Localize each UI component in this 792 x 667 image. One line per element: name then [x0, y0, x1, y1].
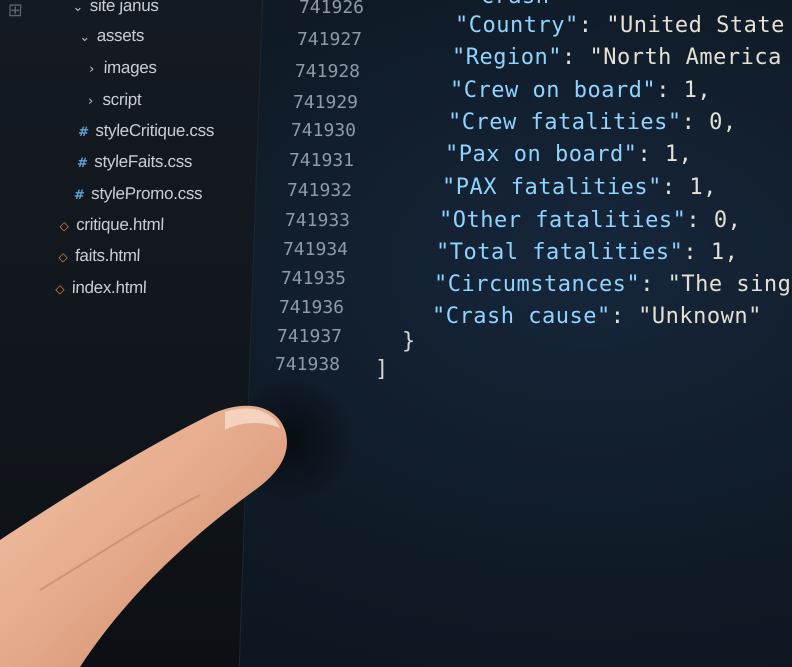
css-file-icon: # — [76, 156, 88, 171]
json-value: : "The sing — [640, 272, 792, 297]
line-number: 741936 — [278, 297, 344, 318]
code-line: } — [402, 329, 416, 354]
css-file-icon: # — [77, 125, 89, 140]
css-file-icon: # — [73, 188, 85, 203]
line-number: 741928 — [294, 61, 360, 82]
json-key: "Crew on board" — [450, 78, 657, 103]
code-line: "Pax on board": 1, — [445, 142, 692, 167]
line-number: 741937 — [276, 326, 342, 347]
tree-label: images — [103, 58, 157, 77]
tree-label: script — [102, 90, 142, 109]
closing-bracket: ] — [375, 357, 389, 382]
screen-photo: ⊞ ⌄ site janus ⌄ assets › images › script # s… — [0, 0, 792, 667]
json-value: : 1, — [637, 142, 693, 167]
html-file-icon: ◇ — [58, 250, 68, 264]
code-line: ] — [375, 357, 389, 382]
code-line: "Crash — [467, 0, 549, 9]
tree-file-index[interactable]: ◇ index.html — [52, 278, 147, 298]
json-key: "Other fatalities" — [439, 208, 687, 233]
json-value: : 1, — [656, 78, 712, 103]
tree-folder-images[interactable]: › images — [83, 58, 157, 78]
html-file-icon: ◇ — [55, 282, 65, 296]
code-line: "PAX fatalities": 1, — [442, 175, 717, 200]
line-number: 741926 — [298, 0, 364, 18]
code-line: "Country": "United State — [455, 13, 785, 38]
json-value: : "Unknown" — [610, 304, 762, 329]
tree-file-faits[interactable]: ◇ faits.html — [55, 246, 141, 266]
code-line: "Crew on board": 1, — [450, 78, 711, 103]
line-number: 741938 — [274, 354, 340, 375]
tree-label: styleCritique.css — [95, 121, 215, 140]
explorer-sidebar: ⊞ ⌄ site janus ⌄ assets › images › script # s… — [0, 0, 263, 667]
json-value: : 1, — [661, 175, 717, 200]
html-file-icon: ◇ — [59, 219, 69, 233]
line-number: 741929 — [292, 92, 358, 113]
tree-label: styleFaits.css — [94, 152, 193, 171]
line-number: 741934 — [282, 239, 348, 260]
tree-file-stylepromo[interactable]: # stylePromo.css — [71, 184, 203, 204]
json-key: "Crash cause" — [432, 304, 611, 329]
json-key: "Country" — [455, 13, 579, 38]
code-line: "Circumstances": "The sing — [434, 272, 791, 297]
chevron-right-icon: › — [87, 94, 94, 109]
tree-folder-assets[interactable]: ⌄ assets — [76, 26, 144, 46]
json-value: : 0, — [686, 208, 742, 233]
tree-folder-script[interactable]: › script — [82, 90, 142, 110]
tree-label: stylePromo.css — [90, 184, 203, 203]
tree-label: assets — [96, 26, 145, 45]
line-number: 741935 — [280, 268, 346, 289]
json-value: : "United State — [578, 13, 785, 38]
json-key: "Crew fatalities" — [448, 110, 682, 135]
code-line: "Crash cause": "Unknown" — [432, 304, 762, 329]
code-editor[interactable]: 741926 741927 741928 741929 741930 74193… — [262, 0, 792, 667]
closing-brace: } — [402, 329, 416, 354]
tree-folder-site-janus[interactable]: ⌄ site janus — [69, 0, 159, 16]
line-number: 741927 — [296, 29, 362, 50]
tree-file-critique[interactable]: ◇ critique.html — [56, 215, 164, 235]
tree-label: index.html — [71, 278, 147, 297]
explorer-layout-icon[interactable]: ⊞ — [7, 0, 30, 22]
line-number: 741933 — [284, 210, 350, 231]
code-line: "Region": "North America — [452, 45, 782, 70]
code-line: "Total fatalities": 1, — [436, 240, 738, 265]
code-line: "Other fatalities": 0, — [439, 208, 741, 233]
tree-file-stylecritique[interactable]: # styleCritique.css — [75, 121, 215, 141]
chevron-down-icon: ⌄ — [72, 0, 84, 15]
json-key: "Crash — [467, 0, 549, 9]
line-number: 741930 — [290, 120, 356, 141]
json-value: : 0, — [681, 110, 737, 135]
tree-file-stylefaits[interactable]: # styleFaits.css — [74, 152, 193, 172]
tree-label: critique.html — [75, 215, 165, 234]
json-key: "Total fatalities" — [436, 240, 684, 265]
line-number: 741931 — [288, 150, 354, 171]
json-key: "Region" — [452, 45, 562, 70]
code-line: "Crew fatalities": 0, — [448, 110, 737, 135]
json-key: "Circumstances" — [434, 272, 641, 297]
json-key: "Pax on board" — [445, 142, 638, 167]
chevron-right-icon: › — [88, 62, 95, 77]
json-value: : "North America — [561, 45, 782, 70]
tree-label: site janus — [89, 0, 159, 15]
line-number: 741932 — [286, 180, 352, 201]
chevron-down-icon: ⌄ — [79, 30, 91, 45]
json-value: : 1, — [683, 240, 739, 265]
json-key: "PAX fatalities" — [442, 175, 662, 200]
tree-label: faits.html — [74, 246, 141, 265]
